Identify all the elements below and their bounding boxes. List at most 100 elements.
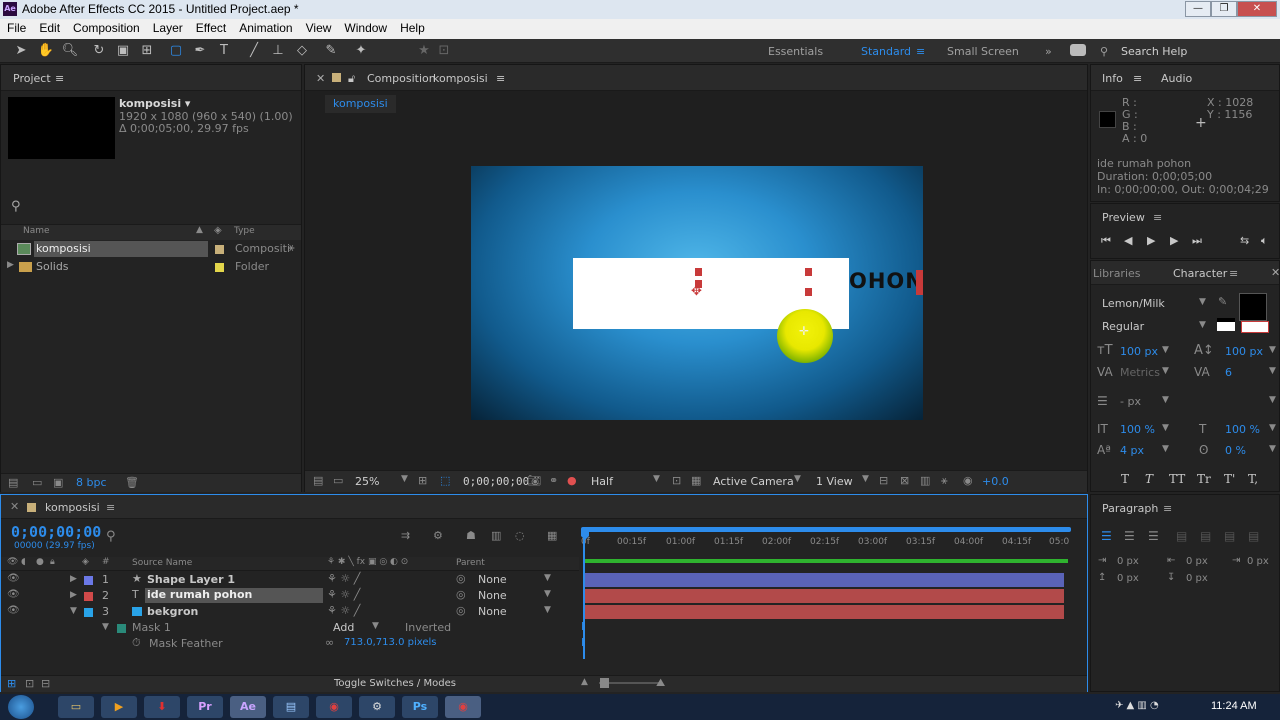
leading-value[interactable]: 100 px	[1225, 345, 1263, 358]
eye-icon[interactable]: 👁︎	[7, 589, 20, 600]
bit-depth[interactable]: 8 bpc	[76, 476, 107, 489]
pan-behind-tool-icon[interactable]: ⊞	[138, 42, 156, 60]
clock[interactable]: 11:24 AM	[1211, 700, 1257, 712]
justify-left-icon[interactable]: ▤	[1176, 529, 1187, 543]
label-color[interactable]	[84, 576, 93, 585]
video-switch-icon[interactable]: 👁︎	[7, 557, 18, 567]
new-folder-icon[interactable]: ▭	[32, 476, 42, 489]
eye-icon[interactable]: 👁︎	[7, 573, 20, 584]
photoshop-icon[interactable]: Ps	[402, 696, 438, 718]
info-tab[interactable]: Info	[1102, 72, 1123, 85]
layer-switches[interactable]: ⚘ ☼ ╱	[327, 572, 360, 585]
font-family-select[interactable]: Lemon/Milk	[1102, 297, 1165, 310]
draft-3d-icon[interactable]: ⚙	[433, 529, 443, 542]
audio-tab[interactable]: Audio	[1161, 72, 1192, 85]
expand-arrow-icon[interactable]: ▶	[70, 590, 77, 600]
close-tab-icon[interactable]: ✕	[316, 72, 325, 85]
table-row[interactable]: ▼ Mask 1 Add ▼ Inverted I	[1, 620, 1087, 636]
label-color[interactable]	[84, 592, 93, 601]
camera-tool-icon[interactable]: ▣	[114, 42, 132, 60]
solo-icon[interactable]: ●	[36, 557, 44, 567]
time-ruler[interactable]: 0f 00:15f 01:00f 01:15f 02:00f 02:15f 03…	[581, 527, 1071, 555]
lock-icon[interactable]: 🔓︎	[348, 72, 355, 86]
table-row[interactable]: 👁︎ ▶ 2 T ide rumah pohon ⚘ ☼ ╱ ◎ None ▼	[1, 588, 1087, 604]
layer-name[interactable]: Shape Layer 1	[147, 573, 235, 586]
comp-canvas[interactable]: ✥ OHON ✛	[471, 166, 923, 420]
vertical-scale-value[interactable]: 100 %	[1120, 423, 1155, 436]
label-color[interactable]	[215, 245, 224, 254]
fill-color-swatch[interactable]	[1239, 293, 1267, 321]
exposure-value[interactable]: +0.0	[982, 475, 1009, 488]
premiere-icon[interactable]: Pr	[187, 696, 223, 718]
parent-select[interactable]: None	[478, 589, 507, 602]
chevron-down-icon[interactable]: ▼	[1269, 395, 1276, 405]
close-tab-icon[interactable]: ✕	[1271, 266, 1280, 279]
list-item[interactable]: komposisi Compositi ⚹	[1, 241, 301, 257]
chevron-down-icon[interactable]: ▼	[653, 474, 660, 484]
chevron-down-icon[interactable]: ▼	[1162, 345, 1169, 355]
baseline-shift-value[interactable]: 4 px	[1120, 444, 1144, 457]
camera-select[interactable]: Active Camera	[713, 475, 794, 488]
workspace-overflow-icon[interactable]: »	[1045, 45, 1052, 58]
stopwatch-icon[interactable]: ⏱︎	[132, 636, 141, 650]
show-snapshot-icon[interactable]: ⚭	[549, 474, 558, 487]
fit-icon[interactable]: ⊞	[418, 474, 427, 487]
col-type[interactable]: Type	[234, 226, 255, 236]
chevron-down-icon[interactable]: ▼	[1269, 366, 1276, 376]
notepad-icon[interactable]: ▤	[273, 696, 309, 718]
expand-stretch-icon[interactable]: ⊟	[41, 677, 50, 690]
label-color[interactable]	[215, 263, 224, 272]
zoom-tool-icon[interactable]: 🔍︎	[61, 42, 79, 60]
mask-color-swatch[interactable]	[117, 624, 126, 633]
indent-left-value[interactable]: 0 px	[1117, 556, 1139, 567]
layer-switches[interactable]: ⚘ ☼ ╱	[327, 588, 360, 601]
channels-icon[interactable]: ●	[567, 474, 577, 487]
snapshot-icon[interactable]: 📷︎	[527, 474, 541, 487]
stroke-width-value[interactable]: - px	[1120, 395, 1141, 408]
eye-icon[interactable]: 👁︎	[7, 605, 20, 616]
menu-help[interactable]: Help	[393, 19, 431, 35]
chevron-down-icon[interactable]: ▼	[544, 573, 551, 583]
tracking-value[interactable]: 6	[1225, 366, 1232, 379]
menu-layer[interactable]: Layer	[146, 19, 189, 35]
chevron-down-icon[interactable]: ▼	[544, 605, 551, 615]
chevron-down-icon[interactable]: ▼	[1269, 345, 1276, 355]
workspace-small-screen[interactable]: Small Screen	[947, 45, 1019, 58]
chevron-down-icon[interactable]: ▼	[401, 474, 408, 484]
preview-tab[interactable]: Preview	[1102, 211, 1145, 224]
audio-icon[interactable]: 🔈︎	[1261, 234, 1268, 248]
pick-whip-icon[interactable]: ◎	[456, 604, 466, 617]
last-frame-icon[interactable]: ⏭	[1192, 234, 1202, 248]
sort-arrow-icon[interactable]: ▲	[196, 225, 203, 235]
layer-switches[interactable]: ⚘ ☼ ╱	[327, 604, 360, 617]
brush-tool-icon[interactable]: ╱	[245, 42, 263, 60]
flowchart-icon[interactable]: ⚹	[288, 241, 295, 255]
constrain-link-icon[interactable]: ∞	[325, 636, 334, 649]
expand-modes-icon[interactable]: ⊡	[25, 677, 34, 690]
search-help-field[interactable]: Search Help	[1121, 45, 1187, 58]
character-tab[interactable]: Character	[1173, 267, 1227, 280]
work-area-bar[interactable]	[581, 527, 1071, 532]
toggle-pixel-aspect-icon[interactable]: ⊟	[879, 474, 888, 487]
chrome-window-icon[interactable]: ◉	[445, 696, 481, 718]
search-icon[interactable]: ⚲	[106, 529, 116, 544]
faux-bold-button[interactable]: T	[1121, 472, 1129, 486]
small-caps-button[interactable]: Tr	[1197, 472, 1211, 486]
mask-feather-value[interactable]: 713.0,713.0 pixels	[344, 637, 437, 648]
star-icon[interactable]: ★	[415, 42, 433, 60]
lock-icon[interactable]: 🔒︎	[50, 557, 55, 567]
table-row[interactable]: 👁︎ ▼ 3 bekgron ⚘ ☼ ╱ ◎ None ▼	[1, 604, 1087, 620]
close-button[interactable]: ✕	[1237, 1, 1277, 17]
layer-duration-bar[interactable]	[584, 573, 1064, 587]
mask-inverted-checkbox[interactable]: Inverted	[405, 621, 451, 634]
parent-select[interactable]: None	[478, 573, 507, 586]
graph-editor-icon[interactable]: ▦	[547, 529, 557, 542]
maximize-button[interactable]: ❐	[1211, 1, 1237, 17]
frame-blending-icon[interactable]: ▥	[491, 529, 501, 542]
exposure-reset-icon[interactable]: ◉	[963, 474, 973, 487]
media-player-icon[interactable]: ▶	[101, 696, 137, 718]
workspace-standard[interactable]: Standard	[861, 45, 911, 58]
label-column-icon[interactable]: ◈	[82, 557, 89, 567]
play-icon[interactable]: ▶	[1147, 234, 1155, 247]
interpret-footage-icon[interactable]: ▤	[8, 476, 18, 489]
